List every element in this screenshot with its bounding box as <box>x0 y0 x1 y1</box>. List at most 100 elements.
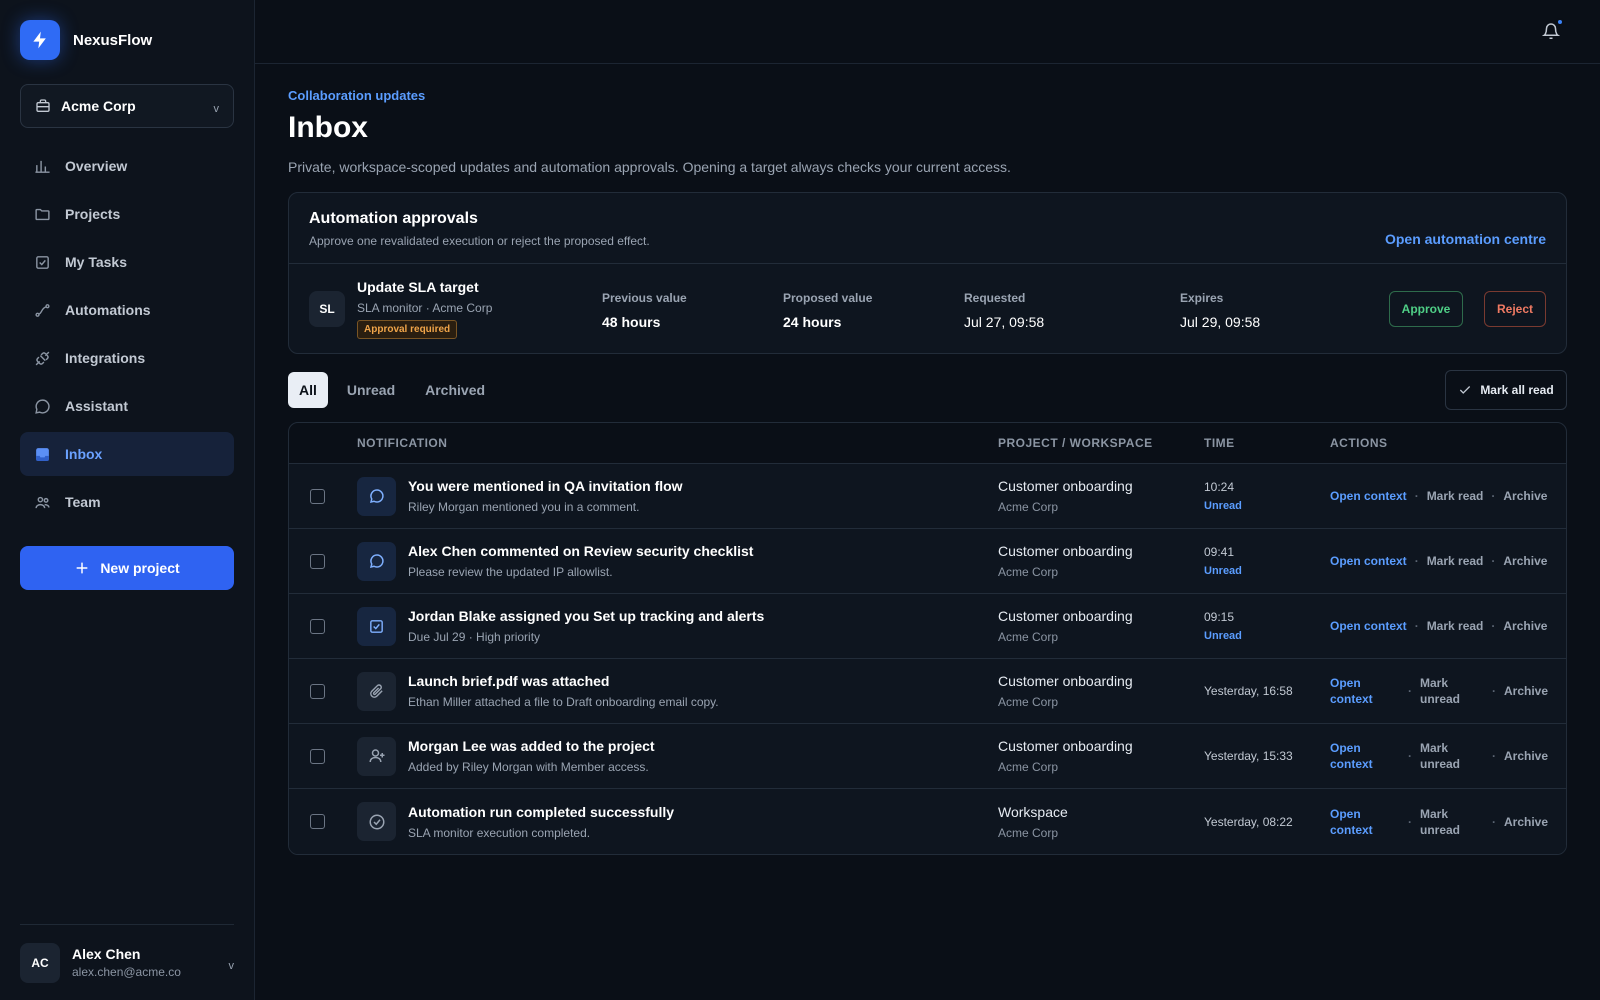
workspace-name: Acme Corp <box>998 630 1059 644</box>
row-checkbox[interactable] <box>310 618 325 634</box>
task-icon <box>36 255 49 269</box>
notification-subtitle: Riley Morgan mentioned you in a comment. <box>408 500 640 514</box>
archive-link[interactable]: Archive <box>1503 554 1547 568</box>
open-context-link[interactable]: Open context <box>1330 619 1407 633</box>
project-name: Customer onboarding <box>998 543 1133 559</box>
expires-label: Expires <box>1180 291 1224 305</box>
table-row[interactable]: You were mentioned in QA invitation flow… <box>289 464 1566 529</box>
notification-dot <box>1556 18 1564 26</box>
sidebar: NexusFlow Acme Corp v Overview Projects … <box>0 0 255 1000</box>
table-row[interactable]: Launch brief.pdf was attached Ethan Mill… <box>289 659 1566 724</box>
sidebar-item-overview[interactable]: Overview <box>20 144 234 188</box>
tab-archived[interactable]: Archived <box>414 372 496 408</box>
workspace-switcher[interactable]: Acme Corp v <box>20 84 234 128</box>
project-name: Workspace <box>998 803 1068 820</box>
requested-value: Jul 27, 09:58 <box>964 314 1045 330</box>
workspace-name: Acme Corp <box>61 98 136 114</box>
mark-unread-link[interactable]: Mark unread <box>1420 806 1484 838</box>
row-checkbox[interactable] <box>310 814 325 829</box>
notification-time: Yesterday, 16:58 <box>1204 684 1293 698</box>
archive-link[interactable]: Archive <box>1503 489 1547 503</box>
unread-status: Unread <box>1204 500 1242 512</box>
app-name: NexusFlow <box>73 31 153 49</box>
open-context-link[interactable]: Open context <box>1330 554 1407 568</box>
plus-icon <box>76 562 88 574</box>
row-checkbox[interactable] <box>310 683 325 699</box>
approve-button[interactable]: Approve <box>1389 291 1463 327</box>
unread-status: Unread <box>1204 565 1242 577</box>
open-context-link[interactable]: Open context <box>1330 806 1400 838</box>
archive-link[interactable]: Archive <box>1503 619 1547 633</box>
paperclip-icon <box>357 671 396 711</box>
open-context-link[interactable]: Open context <box>1330 489 1407 503</box>
notification-title[interactable]: Jordan Blake assigned you Set up trackin… <box>408 608 764 624</box>
sidebar-item-integrations[interactable]: Integrations <box>20 336 234 380</box>
requested-label: Requested <box>964 291 1026 305</box>
sidebar-item-projects[interactable]: Projects <box>20 192 234 236</box>
sidebar-item-inbox[interactable]: Inbox <box>20 432 234 476</box>
approvals-subtitle: Approve one revalidated execution or rej… <box>309 234 650 248</box>
row-checkbox[interactable] <box>310 553 325 569</box>
mark-read-link[interactable]: Mark read <box>1427 554 1484 568</box>
topbar <box>255 0 1600 64</box>
mark-all-read-button[interactable]: Mark all read <box>1445 370 1567 410</box>
notification-title[interactable]: Automation run completed successfully <box>408 804 674 820</box>
archive-link[interactable]: Archive <box>1504 684 1548 698</box>
notification-subtitle: SLA monitor execution completed. <box>408 825 591 840</box>
open-context-link[interactable]: Open context <box>1330 675 1400 707</box>
table-row[interactable]: Alex Chen commented on Review security c… <box>289 529 1566 594</box>
workspace-name: Acme Corp <box>998 695 1059 709</box>
previous-value: 48 hours <box>602 314 661 330</box>
main-nav: Overview Projects My Tasks Automations I… <box>20 144 234 524</box>
archive-link[interactable]: Archive <box>1504 815 1548 829</box>
new-project-button[interactable]: New project <box>20 546 234 590</box>
notification-subtitle: Please review the updated IP allowlist. <box>408 565 613 579</box>
tab-all[interactable]: All <box>288 372 328 408</box>
sidebar-item-team[interactable]: Team <box>20 480 234 524</box>
proposed-value: 24 hours <box>783 314 842 330</box>
expires-value: Jul 29, 09:58 <box>1180 314 1261 330</box>
sidebar-item-label: Integrations <box>65 350 146 366</box>
briefcase-icon <box>36 99 50 112</box>
reject-button[interactable]: Reject <box>1484 291 1546 327</box>
notifications-button[interactable] <box>1541 18 1564 46</box>
proposed-value-label: Proposed value <box>783 291 873 305</box>
table-header: NOTIFICATION PROJECT / WORKSPACE TIME AC… <box>289 423 1566 464</box>
row-checkbox[interactable] <box>310 488 325 504</box>
automation-approvals-card: Automation approvals Approve one revalid… <box>288 192 1567 354</box>
notification-time: Yesterday, 08:22 <box>1204 814 1293 829</box>
open-context-link[interactable]: Open context <box>1330 740 1400 772</box>
header-time: TIME <box>1204 436 1235 450</box>
brand[interactable]: NexusFlow <box>20 0 234 80</box>
header-notification: NOTIFICATION <box>357 436 448 450</box>
chevron-down-icon: v <box>213 103 220 115</box>
mark-read-link[interactable]: Mark read <box>1427 489 1484 503</box>
table-row[interactable]: Automation run completed successfully SL… <box>289 789 1566 854</box>
mark-unread-link[interactable]: Mark unread <box>1420 675 1484 707</box>
approval-avatar: SL <box>309 290 345 327</box>
sidebar-item-label: Inbox <box>65 446 103 462</box>
comment-icon <box>357 476 396 516</box>
archive-link[interactable]: Archive <box>1504 749 1548 763</box>
workspace-name: Acme Corp <box>998 825 1059 840</box>
mark-read-link[interactable]: Mark read <box>1427 619 1484 633</box>
notification-title[interactable]: Launch brief.pdf was attached <box>408 673 719 689</box>
row-checkbox[interactable] <box>310 748 325 764</box>
sidebar-item-label: Overview <box>65 158 128 174</box>
table-row[interactable]: Morgan Lee was added to the project Adde… <box>289 724 1566 789</box>
mark-unread-link[interactable]: Mark unread <box>1420 740 1484 772</box>
sidebar-item-label: Team <box>65 494 101 510</box>
sidebar-item-my-tasks[interactable]: My Tasks <box>20 240 234 284</box>
table-row[interactable]: Jordan Blake assigned you Set up trackin… <box>289 594 1566 659</box>
user-name: Alex Chen <box>72 946 141 962</box>
workspace-name: Acme Corp <box>998 565 1059 579</box>
notification-title[interactable]: Morgan Lee was added to the project <box>408 738 655 754</box>
sidebar-item-assistant[interactable]: Assistant <box>20 384 234 428</box>
tab-unread[interactable]: Unread <box>336 372 406 408</box>
notification-title[interactable]: You were mentioned in QA invitation flow <box>408 478 683 494</box>
notification-title[interactable]: Alex Chen commented on Review security c… <box>408 543 753 559</box>
open-automation-centre-link[interactable]: Open automation centre <box>1385 231 1546 247</box>
workspace-name: Acme Corp <box>998 760 1059 774</box>
sidebar-item-automations[interactable]: Automations <box>20 288 234 332</box>
user-menu[interactable]: AC Alex Chen alex.chen@acme.co v <box>20 924 234 1000</box>
